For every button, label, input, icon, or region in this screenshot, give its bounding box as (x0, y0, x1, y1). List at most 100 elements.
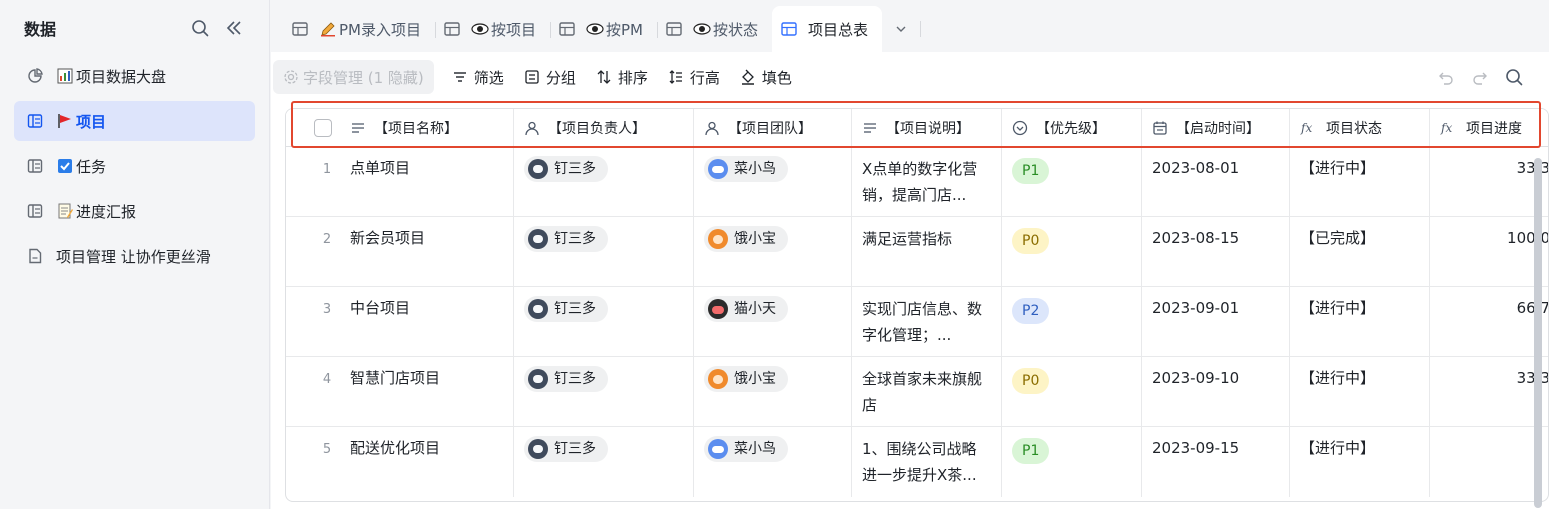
team-chip[interactable]: 猫小天 (704, 296, 788, 322)
cell-description[interactable]: 全球首家未来旗舰店 (852, 357, 1002, 426)
table-row[interactable]: 2 新会员项目 钉三多 饿小宝 满足运营指标 P0 2023-08-15 【已完成… (286, 217, 1548, 287)
tab-by-pm[interactable]: 按PM (550, 6, 657, 52)
col-header-start-date[interactable]: 【启动时间】 (1142, 109, 1290, 146)
memo-icon (56, 202, 74, 220)
description-text: 实现门店信息、数字化管理；... (862, 300, 983, 344)
select-all-checkbox[interactable] (314, 118, 332, 137)
table-search-icon[interactable] (1497, 60, 1531, 94)
cell-team[interactable]: 菜小鸟 (694, 427, 852, 497)
cell-start-date[interactable]: 2023-09-10 (1142, 357, 1290, 426)
cell-status[interactable]: 【进行中】 (1290, 287, 1430, 356)
col-header-project-name[interactable]: 【项目名称】 (286, 109, 514, 146)
team-chip[interactable]: 饿小宝 (704, 366, 788, 392)
sidebar-item-task[interactable]: 任务 (14, 146, 255, 186)
formula-icon: fx (1300, 121, 1312, 135)
owner-chip[interactable]: 钉三多 (524, 366, 608, 392)
team-chip[interactable]: 饿小宝 (704, 226, 788, 252)
team-chip[interactable]: 菜小鸟 (704, 156, 788, 182)
cell-progress[interactable]: 33.3 (1430, 357, 1548, 426)
cell-description[interactable]: 实现门店信息、数字化管理；... (852, 287, 1002, 356)
cell-start-date[interactable]: 2023-09-01 (1142, 287, 1290, 356)
cell-priority[interactable]: P0 (1002, 217, 1142, 286)
row-height-button[interactable]: 行高 (658, 60, 730, 94)
group-icon (525, 70, 539, 84)
team-chip[interactable]: 菜小鸟 (704, 436, 788, 462)
table-row[interactable]: 1 点单项目 钉三多 菜小鸟 X点单的数字化营销，提高门店... P1 2023-… (286, 147, 1548, 217)
description-text: X点单的数字化营销，提高门店... (862, 160, 978, 204)
col-header-label: 项目进度 (1466, 120, 1522, 137)
cell-team[interactable]: 饿小宝 (694, 357, 852, 426)
cell-project-name[interactable]: 4 智慧门店项目 (286, 357, 514, 426)
cell-owner[interactable]: 钉三多 (514, 217, 694, 286)
red-flag-icon (56, 112, 74, 130)
cell-status[interactable]: 【已完成】 (1290, 217, 1430, 286)
cell-progress[interactable]: 66.7 (1430, 287, 1548, 356)
cell-project-name[interactable]: 3 中台项目 (286, 287, 514, 356)
group-button[interactable]: 分组 (514, 60, 586, 94)
fill-color-button[interactable]: 填色 (730, 60, 802, 94)
description-text: 满足运营指标 (862, 230, 953, 248)
tab-label: 按PM (606, 20, 644, 39)
col-header-status[interactable]: fx 项目状态 (1290, 109, 1430, 146)
cell-owner[interactable]: 钉三多 (514, 427, 694, 497)
table-row[interactable]: 5 配送优化项目 钉三多 菜小鸟 1、围绕公司战略进一步提升X茶... P1 20… (286, 427, 1548, 497)
owner-chip[interactable]: 钉三多 (524, 296, 608, 322)
owner-chip[interactable]: 钉三多 (524, 156, 608, 182)
cell-description[interactable]: 满足运营指标 (852, 217, 1002, 286)
team-name: 菜小鸟 (734, 160, 776, 177)
cell-start-date[interactable]: 2023-08-15 (1142, 217, 1290, 286)
cell-priority[interactable]: P1 (1002, 147, 1142, 216)
cell-description[interactable]: 1、围绕公司战略进一步提升X茶... (852, 427, 1002, 497)
collapse-sidebar-icon[interactable] (223, 17, 245, 39)
cell-progress[interactable]: 33.3 (1430, 147, 1548, 216)
cell-project-name[interactable]: 2 新会员项目 (286, 217, 514, 286)
cell-project-name[interactable]: 5 配送优化项目 (286, 427, 514, 497)
sidebar-item-project[interactable]: 项目 (14, 101, 255, 141)
cell-priority[interactable]: P2 (1002, 287, 1142, 356)
table-row[interactable]: 3 中台项目 钉三多 猫小天 实现门店信息、数字化管理；... P2 2023-0… (286, 287, 1548, 357)
col-header-team[interactable]: 【项目团队】 (694, 109, 852, 146)
table-row[interactable]: 4 智慧门店项目 钉三多 饿小宝 全球首家未来旗舰店 P0 2023-09-10 … (286, 357, 1548, 427)
cell-status[interactable]: 【进行中】 (1290, 427, 1430, 497)
tab-project-master[interactable]: 项目总表 (772, 6, 883, 52)
cell-priority[interactable]: P1 (1002, 427, 1142, 497)
redo-icon[interactable] (1463, 60, 1497, 94)
col-header-owner[interactable]: 【项目负责人】 (514, 109, 694, 146)
cell-status[interactable]: 【进行中】 (1290, 147, 1430, 216)
col-header-description[interactable]: 【项目说明】 (852, 109, 1002, 146)
cell-owner[interactable]: 钉三多 (514, 147, 694, 216)
vertical-scrollbar[interactable] (1534, 158, 1542, 508)
tab-more-button[interactable] (882, 6, 920, 52)
sidebar-item-progress-report[interactable]: 进度汇报 (14, 191, 255, 231)
sidebar-item-label: 项目 (76, 112, 107, 131)
cell-owner[interactable]: 钉三多 (514, 357, 694, 426)
sort-button[interactable]: 排序 (586, 60, 658, 94)
cell-team[interactable]: 菜小鸟 (694, 147, 852, 216)
cell-status[interactable]: 【进行中】 (1290, 357, 1430, 426)
cell-start-date[interactable]: 2023-08-01 (1142, 147, 1290, 216)
avatar (708, 369, 728, 389)
cell-description[interactable]: X点单的数字化营销，提高门店... (852, 147, 1002, 216)
owner-chip[interactable]: 钉三多 (524, 226, 608, 252)
cell-team[interactable]: 饿小宝 (694, 217, 852, 286)
cell-team[interactable]: 猫小天 (694, 287, 852, 356)
eye-icon (693, 20, 711, 38)
field-manager-button[interactable]: 字段管理 (1 隐藏) (273, 60, 434, 94)
cell-project-name[interactable]: 1 点单项目 (286, 147, 514, 216)
col-header-progress[interactable]: fx 项目进度 (1430, 109, 1548, 146)
sidebar-item-doc[interactable]: 项目管理 让协作更丝滑 (14, 236, 255, 276)
tab-pm-entry[interactable]: PM录入项目 (283, 6, 435, 52)
sidebar-item-dashboard[interactable]: 项目数据大盘 (14, 56, 255, 96)
owner-chip[interactable]: 钉三多 (524, 436, 608, 462)
cell-progress[interactable] (1430, 427, 1548, 497)
cell-priority[interactable]: P0 (1002, 357, 1142, 426)
tab-by-status[interactable]: 按状态 (657, 6, 772, 52)
col-header-priority[interactable]: 【优先级】 (1002, 109, 1142, 146)
cell-owner[interactable]: 钉三多 (514, 287, 694, 356)
undo-icon[interactable] (1429, 60, 1463, 94)
search-icon[interactable] (189, 17, 211, 39)
filter-button[interactable]: 筛选 (442, 60, 514, 94)
tab-by-project[interactable]: 按项目 (435, 6, 550, 52)
cell-progress[interactable]: 100.0 (1430, 217, 1548, 286)
cell-start-date[interactable]: 2023-09-15 (1142, 427, 1290, 497)
